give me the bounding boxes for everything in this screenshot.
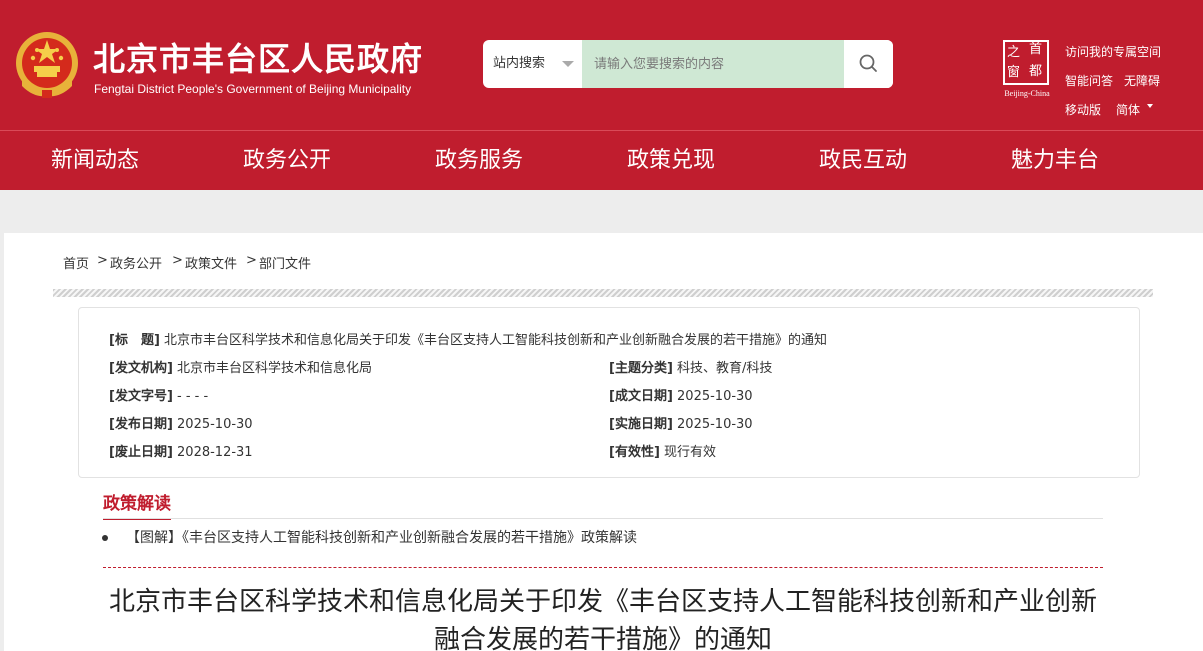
meta-value: - - - - — [177, 389, 209, 404]
search-input[interactable] — [582, 40, 844, 88]
meta-label: [标 题] — [109, 333, 160, 348]
breadcrumb-dept-docs[interactable]: 部门文件 — [259, 253, 311, 272]
chevron-down-icon — [562, 61, 574, 67]
meta-label: [发布日期] — [109, 417, 173, 432]
language-switch[interactable]: 简体 — [1116, 101, 1140, 118]
meta-title-row: [标 题] 北京市丰台区科学技术和信息化局关于印发《丰台区支持人工智能科技创新和… — [109, 329, 827, 348]
nav-item-charm-fengtai[interactable]: 魅力丰台 — [1011, 131, 1099, 191]
meta-value: 2025-10-30 — [677, 417, 753, 432]
meta-value: 现行有效 — [664, 445, 717, 460]
caret-down-icon — [1147, 104, 1153, 108]
meta-label: [主题分类] — [609, 361, 673, 376]
national-emblem-icon — [16, 32, 78, 98]
search-bar: 站内搜索 — [483, 40, 893, 88]
nav-item-news[interactable]: 新闻动态 — [51, 131, 139, 191]
nav-item-gov-affairs[interactable]: 政务公开 — [243, 131, 331, 191]
nav-item-gov-services[interactable]: 政务服务 — [435, 131, 523, 191]
document-title: 北京市丰台区科学技术和信息化局关于印发《丰台区支持人工智能科技创新和产业创新融合… — [108, 587, 1097, 651]
meta-validity-row: [有效性] 现行有效 — [609, 441, 716, 460]
breadcrumb-home[interactable]: 首页 — [63, 253, 89, 272]
breadcrumb-separator: > — [172, 253, 183, 268]
capital-logo-char: 之 — [1007, 45, 1021, 60]
meta-label: [有效性] — [609, 445, 660, 460]
capital-logo-char: 窗 — [1007, 65, 1021, 80]
meta-effective-row: [实施日期] 2025-10-30 — [609, 413, 753, 432]
breadcrumb-separator: > — [246, 253, 257, 268]
capital-window-logo[interactable]: 之 首 窗 都 Beijing-China — [999, 38, 1055, 98]
heading-divider — [103, 518, 1103, 519]
mobile-version-link[interactable]: 移动版 — [1065, 101, 1101, 118]
personal-space-link[interactable]: 访问我的专属空间 — [1065, 43, 1161, 60]
search-icon — [859, 54, 877, 72]
meta-value: 2028-12-31 — [177, 445, 253, 460]
document-meta-box: [标 题] 北京市丰台区科学技术和信息化局关于印发《丰台区支持人工智能科技创新和… — [78, 307, 1140, 478]
policy-interpretation-heading: 政策解读 — [103, 489, 171, 520]
capital-logo-char: 首 — [1029, 42, 1043, 57]
meta-created-row: [成文日期] 2025-10-30 — [609, 385, 753, 404]
site-subtitle: Fengtai District People's Government of … — [94, 82, 412, 96]
capital-logo-caption: Beijing-China — [1004, 89, 1050, 98]
meta-label: [发文机构] — [109, 361, 173, 376]
meta-topic-row: [主题分类] 科技、教育/科技 — [609, 357, 772, 376]
meta-value: 2025-10-30 — [177, 417, 253, 432]
meta-label: [实施日期] — [609, 417, 673, 432]
search-scope-select[interactable]: 站内搜索 — [483, 40, 582, 88]
meta-value: 2025-10-30 — [677, 389, 753, 404]
meta-expire-row: [废止日期] 2028-12-31 — [109, 441, 253, 460]
meta-label: [废止日期] — [109, 445, 173, 460]
nav-item-policy[interactable]: 政策兑现 — [627, 131, 715, 191]
breadcrumb-policy-docs[interactable]: 政策文件 — [185, 253, 237, 272]
main-nav: 新闻动态 政务公开 政务服务 政策兑现 政民互动 魅力丰台 — [0, 130, 1203, 190]
smart-qa-link[interactable]: 智能问答 — [1065, 72, 1113, 89]
search-button[interactable] — [844, 40, 893, 88]
meta-label: [发文字号] — [109, 389, 173, 404]
policy-interpretation-link[interactable]: 【图解】《丰台区支持人工智能科技创新和产业创新融合发展的若干措施》政策解读 — [126, 527, 637, 547]
meta-issuer-row: [发文机构] 北京市丰台区科学技术和信息化局 — [109, 357, 372, 376]
content-panel: 首页 > 政务公开 > 政策文件 > 部门文件 [标 题] 北京市丰台区科学技术… — [4, 233, 1203, 651]
site-header: 北京市丰台区人民政府 Fengtai District People's Gov… — [0, 0, 1203, 130]
title-divider — [103, 567, 1103, 568]
breadcrumb-gov-affairs[interactable]: 政务公开 — [110, 253, 162, 272]
nav-item-interaction[interactable]: 政民互动 — [819, 131, 907, 191]
meta-value: 北京市丰台区科学技术和信息化局 — [177, 361, 373, 376]
meta-published-row: [发布日期] 2025-10-30 — [109, 413, 253, 432]
meta-value: 科技、教育/科技 — [677, 361, 773, 376]
bullet-icon — [102, 535, 108, 541]
divider-stripe — [53, 289, 1153, 297]
search-scope-label: 站内搜索 — [493, 56, 546, 71]
meta-docno-row: [发文字号] - - - - — [109, 385, 208, 404]
breadcrumb-separator: > — [97, 253, 108, 268]
capital-logo-char: 都 — [1029, 64, 1043, 79]
meta-label: [成文日期] — [609, 389, 673, 404]
accessibility-link[interactable]: 无障碍 — [1124, 72, 1160, 89]
meta-value: 北京市丰台区科学技术和信息化局关于印发《丰台区支持人工智能科技创新和产业创新融合… — [164, 333, 828, 348]
site-title[interactable]: 北京市丰台区人民政府 — [93, 34, 423, 80]
